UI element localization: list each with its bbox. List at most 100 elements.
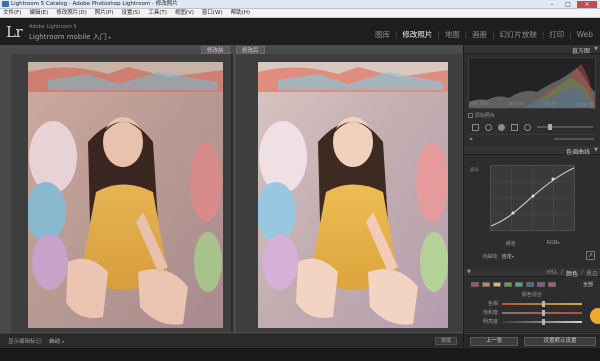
expand-triangle-icon: ▶ (470, 136, 474, 141)
menu-view[interactable]: 视图(V) (175, 9, 194, 18)
basic-panel-row[interactable]: ▶ (468, 134, 596, 142)
saturation-slider-row: 饱和度 (468, 309, 596, 316)
edition-label: Adobe Lightroom 5 (29, 24, 77, 30)
graduated-filter-icon[interactable] (511, 123, 518, 131)
adjustment-brush-slider[interactable] (537, 124, 593, 130)
swatch-blue[interactable] (526, 282, 534, 287)
luminance-label: 明亮度 (482, 319, 498, 325)
hue-slider-row: 色相 (468, 300, 596, 307)
swatch-green[interactable] (504, 282, 512, 287)
point-curve-control[interactable]: 点曲线: 自定▾ (482, 253, 514, 260)
lr-logo: Lr (6, 23, 23, 41)
maximize-button[interactable]: □ (561, 1, 575, 8)
mobile-getting-started-link[interactable]: Lightroom mobile 入门 ▸ (29, 32, 111, 42)
mobile-label: Lightroom mobile 入门 (29, 33, 107, 41)
original-photo-label: 原始照片 (475, 113, 496, 119)
module-print[interactable]: 打印 (544, 29, 569, 40)
tone-curve-plot (490, 165, 575, 231)
after-photo[interactable] (258, 62, 448, 328)
menu-edit[interactable]: 编辑(E) (29, 9, 48, 18)
minimize-button[interactable]: – (545, 1, 559, 8)
tab-bw[interactable]: 黑白 (586, 269, 598, 278)
channel-value: RGB (546, 240, 558, 246)
menu-help[interactable]: 帮助(H) (231, 9, 250, 18)
luminance-knob[interactable] (542, 319, 545, 325)
swatch-yellow[interactable] (493, 282, 501, 287)
channel-select[interactable]: RGB▾ (547, 240, 560, 247)
module-develop[interactable]: 修改照片 (397, 29, 437, 40)
compare-toolbar: 显示编辑标记: 自动 ▾ 完成 (0, 333, 463, 347)
histogram-title: 直方图 (571, 48, 590, 55)
histogram-header[interactable]: 直方图 ▼ (464, 45, 600, 55)
tab-color[interactable]: 颜色 (566, 269, 578, 278)
menu-settings[interactable]: 设置(S) (121, 9, 140, 18)
readout-iso: ISO 200 (470, 102, 488, 107)
checkbox-icon (468, 113, 473, 118)
after-pane (236, 54, 462, 332)
show-edit-pins-value: 自动 (48, 339, 60, 345)
swatch-red[interactable] (471, 282, 479, 287)
done-button[interactable]: 完成 (435, 337, 457, 345)
show-edit-pins-control[interactable]: 显示编辑标记: 自动 ▾ (8, 337, 64, 345)
before-photo[interactable] (28, 62, 223, 328)
swatch-magenta[interactable] (548, 282, 556, 287)
swatch-orange[interactable] (482, 282, 490, 287)
saturation-slider[interactable] (502, 310, 582, 316)
curve-channel-row: 通道 RGB▾ (490, 240, 575, 247)
after-photo-image (258, 62, 448, 328)
hue-knob[interactable] (542, 301, 545, 307)
luminance-slider[interactable] (502, 319, 582, 325)
identity-plate-bar: Lr Adobe Lightroom 5 Lightroom mobile 入门… (0, 18, 600, 45)
luminance-slider-row: 明亮度 (468, 318, 596, 325)
collapse-triangle-icon: ▼ (594, 147, 598, 153)
tab-hsl[interactable]: HSL (546, 269, 558, 278)
hsl-color-header[interactable]: ▼ HSL / 颜色 / 黑白 (464, 268, 600, 278)
readout-aperture: f/2.0 (544, 102, 555, 107)
module-slideshow[interactable]: 幻灯片放映 (494, 29, 542, 40)
color-group-title: 颜色混合 (521, 292, 542, 298)
edit-point-curve-icon[interactable]: ↗ (586, 251, 595, 260)
swatch-all[interactable]: 全部 (583, 281, 593, 288)
floating-helper-bubble[interactable] (590, 308, 600, 324)
collapse-triangle-icon: ▼ (594, 46, 598, 52)
hue-slider[interactable] (502, 301, 582, 307)
window-title-bar: Lightroom 5 Catalog - Adobe Photoshop Li… (0, 0, 600, 9)
tone-curve-graph[interactable] (490, 165, 575, 231)
module-library[interactable]: 图库 (370, 29, 395, 40)
histogram-exif-readout: ISO 200 50 mm f/2.0 1/640 秒 (468, 102, 596, 108)
show-edit-pins-label: 显示编辑标记: (8, 339, 43, 345)
point-curve-label: 点曲线: (482, 254, 499, 260)
module-map[interactable]: 地图 (440, 29, 465, 40)
before-pane (11, 54, 233, 332)
menu-file[interactable]: 文件(F) (3, 9, 21, 18)
previous-button[interactable]: 上一张 (470, 337, 518, 346)
red-eye-icon[interactable] (498, 123, 505, 131)
lightroom-app-icon (2, 1, 9, 7)
readout-focal: 50 mm (508, 102, 525, 107)
crop-tool-icon[interactable] (472, 123, 479, 131)
develop-tool-strip (468, 122, 596, 132)
module-book[interactable]: 画册 (467, 29, 492, 40)
curve-highlights-label: 高光 (470, 168, 479, 173)
menu-window[interactable]: 窗口(W) (202, 9, 223, 18)
original-photo-toggle[interactable]: 原始照片 (468, 112, 495, 119)
close-button[interactable]: × (577, 1, 597, 8)
before-after-work-area: 修改前 修改后 (0, 45, 463, 333)
spot-removal-icon[interactable] (485, 123, 492, 131)
saturation-knob[interactable] (542, 310, 545, 316)
basic-mini-slider[interactable] (554, 138, 594, 140)
before-photo-image (28, 62, 223, 328)
menu-photo[interactable]: 照片(P) (95, 9, 114, 18)
menu-tools[interactable]: 工具(T) (148, 9, 167, 18)
tone-curve-header[interactable]: 色调曲线 ▼ (464, 146, 600, 156)
reset-defaults-button[interactable]: 设置默认设置 (524, 337, 596, 346)
radial-filter-icon[interactable] (524, 123, 531, 131)
module-web[interactable]: Web (572, 30, 598, 39)
after-label: 修改后 (236, 46, 265, 54)
module-picker: 图库 | 修改照片 | 地图 | 画册 | 幻灯片放映 | 打印 | Web (370, 29, 598, 40)
menu-develop[interactable]: 修改照片(D) (56, 9, 87, 18)
color-swatch-row: 全部 (468, 280, 596, 289)
swatch-aqua[interactable] (515, 282, 523, 287)
swatch-purple[interactable] (537, 282, 545, 287)
slider-knob[interactable] (548, 124, 553, 130)
